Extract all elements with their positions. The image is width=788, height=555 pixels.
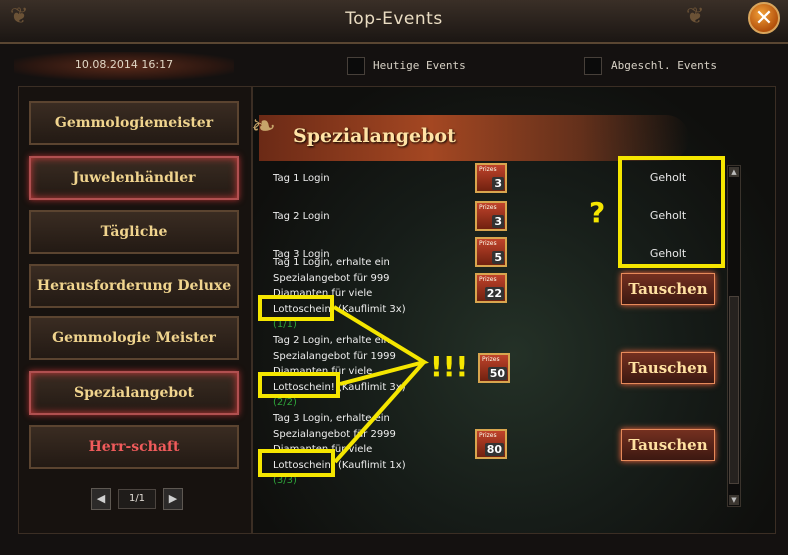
top-events-window: ❦ Top-Events ❦ ✕ 10.08.2014 16:17 Heutig… <box>0 0 788 555</box>
annotation-line <box>332 305 430 386</box>
annotation-lines <box>332 305 430 464</box>
annotation-line <box>333 360 426 464</box>
exclamation-annotation: !!! <box>430 350 469 383</box>
